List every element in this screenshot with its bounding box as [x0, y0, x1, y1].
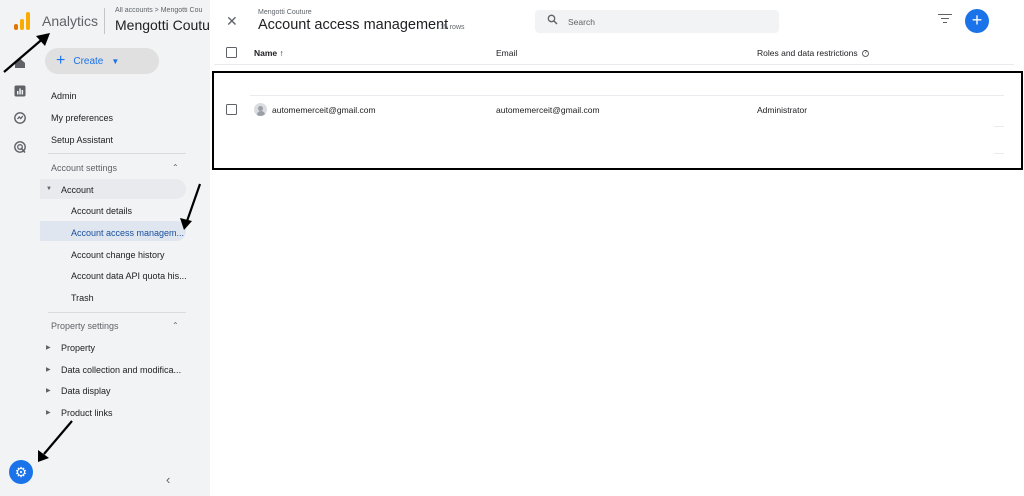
column-header-roles: Roles and data restrictions ?: [757, 48, 870, 58]
search-icon: [547, 14, 558, 28]
caret-down-icon: ▼: [111, 56, 120, 66]
select-all-checkbox[interactable]: [226, 47, 237, 58]
admin-gear-icon[interactable]: ⚙: [9, 460, 33, 484]
header-divider: [104, 8, 105, 34]
screen: Analytics All accounts > Mengotti Cou Me…: [0, 0, 1024, 496]
triangle-down-icon[interactable]: ▼: [46, 186, 52, 192]
triangle-right-icon[interactable]: ▶: [46, 344, 51, 351]
header-divider: [214, 64, 1014, 65]
annotation-arrow: [180, 183, 202, 230]
search-field[interactable]: [535, 10, 779, 33]
add-user-button[interactable]: +: [965, 9, 989, 33]
chevron-up-icon[interactable]: ⌃: [172, 321, 179, 330]
annotation-arrow: [3, 33, 50, 73]
create-button[interactable]: + Create ▼: [45, 48, 159, 74]
panel-title: Account access management: [258, 17, 449, 33]
nav-account-settings-header[interactable]: Account settings: [51, 163, 117, 173]
advertising-icon[interactable]: [13, 140, 27, 154]
annotation-arrow: [38, 420, 73, 462]
analytics-logo-icon: [14, 12, 30, 30]
search-input[interactable]: [568, 14, 768, 29]
nav-property-settings-header[interactable]: Property settings: [51, 321, 119, 331]
filter-icon[interactable]: [938, 13, 952, 25]
panel-breadcrumb: Mengotti Couture: [258, 9, 312, 16]
nav-setup-assistant[interactable]: Setup Assistant: [51, 135, 113, 145]
nav-account[interactable]: Account: [61, 185, 94, 195]
triangle-right-icon[interactable]: ▶: [46, 366, 51, 373]
nav-divider: [48, 153, 186, 154]
triangle-right-icon[interactable]: ▶: [46, 387, 51, 394]
account-breadcrumb[interactable]: All accounts > Mengotti Cou: [115, 7, 210, 14]
nav-property[interactable]: Property: [61, 343, 95, 353]
close-icon[interactable]: ✕: [226, 13, 238, 30]
account-name[interactable]: Mengotti Coutu: [115, 17, 210, 33]
collapse-chevron-icon[interactable]: ‹: [166, 472, 170, 487]
column-header-roles-label: Roles and data restrictions: [757, 48, 858, 58]
nav-account-change-history[interactable]: Account change history: [71, 250, 165, 260]
nav-account-access-management[interactable]: Account access managem...: [71, 228, 184, 238]
nav-account-api-quota[interactable]: Account data API quota his...: [71, 271, 187, 281]
create-button-label: Create: [73, 55, 104, 67]
app-title: Analytics: [42, 13, 99, 29]
chevron-up-icon[interactable]: ⌃: [172, 163, 179, 172]
reports-icon[interactable]: [13, 84, 27, 98]
help-icon[interactable]: ?: [862, 50, 870, 58]
nav-account-details[interactable]: Account details: [71, 206, 132, 216]
column-header-name[interactable]: Name ↑: [254, 48, 284, 58]
triangle-right-icon[interactable]: ▶: [46, 409, 51, 416]
nav-product-links[interactable]: Product links: [61, 408, 113, 418]
column-header-email: Email: [496, 48, 518, 58]
nav-admin[interactable]: Admin: [51, 91, 77, 101]
nav-data-display[interactable]: Data display: [61, 386, 111, 396]
explore-icon[interactable]: [13, 111, 27, 125]
nav-trash[interactable]: Trash: [71, 293, 94, 303]
nav-data-collection[interactable]: Data collection and modifica...: [61, 365, 181, 375]
nav-divider: [48, 312, 186, 313]
highlight-box: [212, 71, 1023, 170]
row-count: 15 rows: [440, 24, 465, 31]
nav-my-preferences[interactable]: My preferences: [51, 113, 113, 123]
